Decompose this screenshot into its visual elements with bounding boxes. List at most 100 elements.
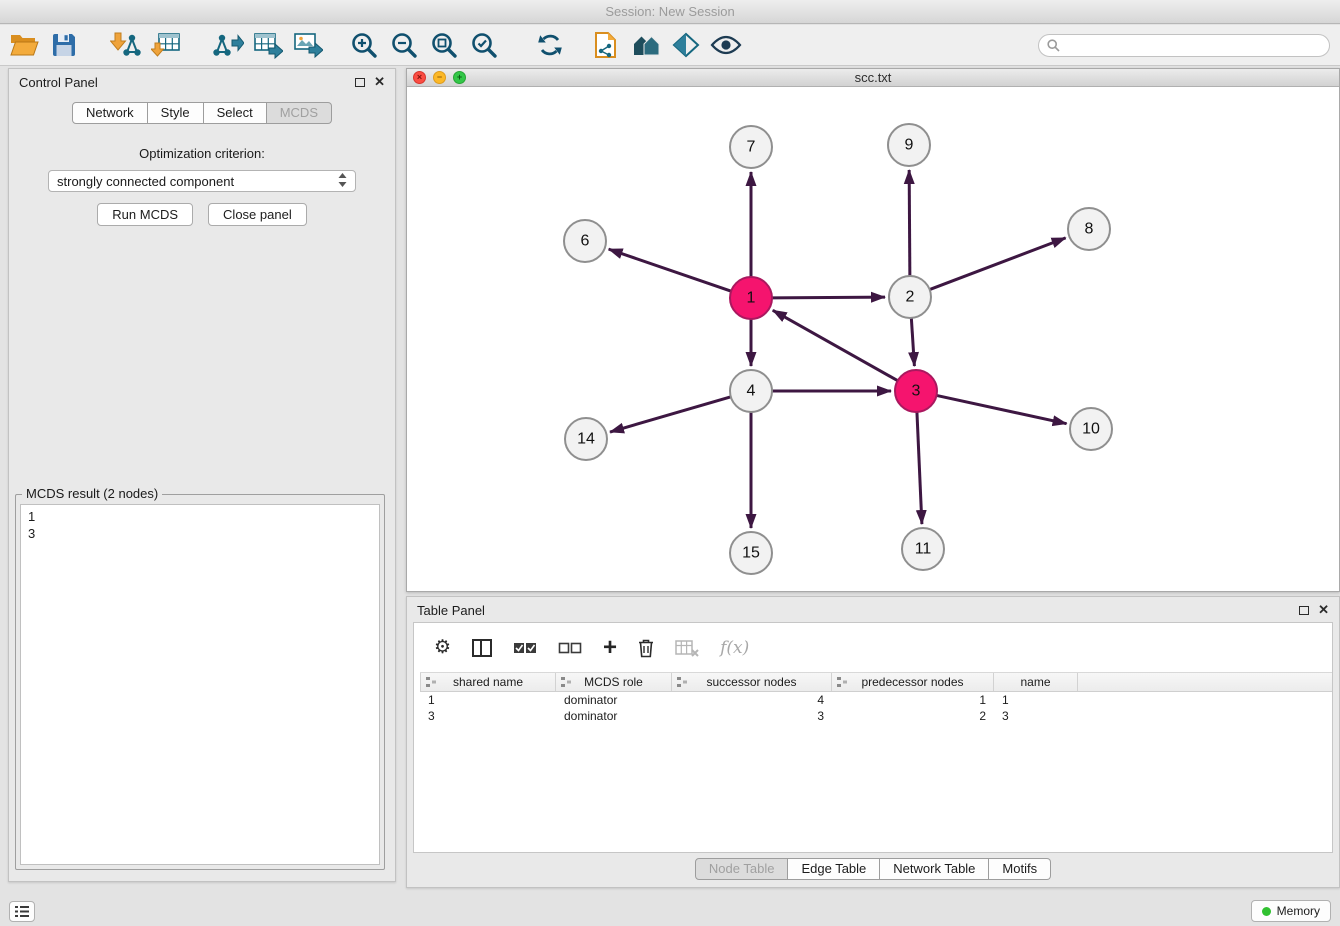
edge-3-1[interactable] bbox=[773, 310, 898, 380]
home-button[interactable] bbox=[626, 26, 666, 64]
tab-network[interactable]: Network bbox=[72, 102, 148, 124]
tab-motifs[interactable]: Motifs bbox=[989, 858, 1051, 880]
zoom-selected-button[interactable] bbox=[464, 26, 504, 64]
run-mcds-button[interactable]: Run MCDS bbox=[97, 203, 193, 226]
window-minimize-button[interactable]: − bbox=[433, 71, 446, 84]
export-network-button[interactable] bbox=[208, 26, 248, 64]
node-1[interactable]: 1 bbox=[730, 277, 772, 319]
close-panel-button[interactable]: Close panel bbox=[208, 203, 307, 226]
export-table-button[interactable] bbox=[248, 26, 288, 64]
fx-icon: f(x) bbox=[720, 638, 749, 658]
network-canvas[interactable]: 1 2 3 4 6 7 8 9 10 11 14 15 bbox=[407, 87, 1339, 591]
tab-mcds[interactable]: MCDS bbox=[267, 102, 332, 124]
node-2[interactable]: 2 bbox=[889, 276, 931, 318]
add-column-button[interactable]: + bbox=[603, 638, 617, 658]
deselect-all-button[interactable] bbox=[558, 640, 582, 656]
cell-name[interactable]: 1 bbox=[994, 692, 1078, 708]
column-header-name[interactable]: name bbox=[994, 673, 1078, 691]
zoom-out-button[interactable] bbox=[384, 26, 424, 64]
save-session-button[interactable] bbox=[44, 26, 84, 64]
import-table-button[interactable] bbox=[146, 26, 186, 64]
sort-icon bbox=[677, 677, 688, 687]
table-row[interactable]: 1 dominator 4 1 1 bbox=[420, 692, 1332, 708]
zoom-in-button[interactable] bbox=[344, 26, 384, 64]
criterion-select[interactable]: strongly connected component bbox=[48, 170, 356, 192]
tab-select[interactable]: Select bbox=[204, 102, 267, 124]
cell-successor-nodes[interactable]: 4 bbox=[672, 692, 832, 708]
network-window-titlebar: × − + scc.txt bbox=[407, 69, 1339, 87]
open-file-button[interactable] bbox=[4, 26, 44, 64]
edge-2-3[interactable] bbox=[911, 318, 914, 366]
close-panel-icon[interactable]: ✕ bbox=[374, 77, 385, 87]
eye-button[interactable] bbox=[706, 26, 746, 64]
edge-3-11[interactable] bbox=[917, 412, 922, 524]
search-box[interactable] bbox=[1038, 34, 1330, 57]
mcds-result-title: MCDS result (2 nodes) bbox=[22, 486, 162, 501]
cell-predecessor-nodes[interactable]: 1 bbox=[832, 692, 994, 708]
column-header-mcds-role[interactable]: MCDS role bbox=[556, 673, 672, 691]
node-15[interactable]: 15 bbox=[730, 532, 772, 574]
application-window: Session: New Session bbox=[0, 0, 1340, 926]
float-table-panel-icon[interactable] bbox=[1299, 606, 1309, 615]
function-builder-button[interactable]: f(x) bbox=[720, 638, 749, 658]
node-9[interactable]: 9 bbox=[888, 124, 930, 166]
task-history-button[interactable] bbox=[9, 901, 35, 922]
node-8[interactable]: 8 bbox=[1068, 208, 1110, 250]
memory-button[interactable]: Memory bbox=[1251, 900, 1331, 922]
svg-text:3: 3 bbox=[912, 383, 921, 400]
close-table-panel-icon[interactable]: ✕ bbox=[1318, 605, 1329, 615]
search-input[interactable] bbox=[1065, 38, 1321, 53]
export-image-icon bbox=[293, 31, 323, 59]
cell-name[interactable]: 3 bbox=[994, 708, 1078, 724]
column-header-successor-nodes[interactable]: successor nodes bbox=[672, 673, 832, 691]
delete-table-icon bbox=[675, 639, 699, 657]
column-panel-button[interactable] bbox=[472, 639, 492, 657]
node-3[interactable]: 3 bbox=[895, 370, 937, 412]
edge-3-10[interactable] bbox=[937, 395, 1067, 423]
cell-predecessor-nodes[interactable]: 2 bbox=[832, 708, 994, 724]
edge-1-6[interactable] bbox=[609, 249, 731, 291]
select-all-button[interactable] bbox=[513, 640, 537, 656]
tab-edge-table[interactable]: Edge Table bbox=[788, 858, 880, 880]
edge-1-2[interactable] bbox=[772, 297, 885, 298]
export-image-button[interactable] bbox=[288, 26, 328, 64]
column-header-shared-name[interactable]: shared name bbox=[420, 673, 556, 691]
sort-icon bbox=[426, 677, 437, 687]
cell-successor-nodes[interactable]: 3 bbox=[672, 708, 832, 724]
edge-4-14[interactable] bbox=[610, 397, 731, 432]
delete-table-button[interactable] bbox=[675, 639, 699, 657]
table-settings-button[interactable]: ⚙ bbox=[434, 638, 451, 657]
cell-mcds-role[interactable]: dominator bbox=[556, 692, 672, 708]
node-6[interactable]: 6 bbox=[564, 220, 606, 262]
mcds-result-line: 3 bbox=[28, 525, 372, 542]
window-close-button[interactable]: × bbox=[413, 71, 426, 84]
cell-shared-name[interactable]: 1 bbox=[420, 692, 556, 708]
node-4[interactable]: 4 bbox=[730, 370, 772, 412]
edge-2-8[interactable] bbox=[930, 238, 1066, 290]
window-maximize-button[interactable]: + bbox=[453, 71, 466, 84]
edge-2-9[interactable] bbox=[909, 170, 910, 276]
mcds-result-list[interactable]: 1 3 bbox=[20, 504, 380, 865]
import-network-button[interactable] bbox=[106, 26, 146, 64]
cell-shared-name[interactable]: 3 bbox=[420, 708, 556, 724]
node-table-area: ⚙ bbox=[413, 622, 1333, 853]
tab-style[interactable]: Style bbox=[148, 102, 204, 124]
tab-node-table[interactable]: Node Table bbox=[695, 858, 789, 880]
node-10[interactable]: 10 bbox=[1070, 408, 1112, 450]
refresh-layout-button[interactable] bbox=[530, 26, 570, 64]
graphics-details-button[interactable] bbox=[666, 26, 706, 64]
column-header-predecessor-nodes[interactable]: predecessor nodes bbox=[832, 673, 994, 691]
tab-network-table[interactable]: Network Table bbox=[880, 858, 989, 880]
window-titlebar: Session: New Session bbox=[0, 0, 1340, 24]
delete-column-button[interactable] bbox=[638, 638, 654, 658]
node-11[interactable]: 11 bbox=[902, 528, 944, 570]
select-stepper-icon bbox=[338, 173, 347, 190]
node-7[interactable]: 7 bbox=[730, 126, 772, 168]
node-14[interactable]: 14 bbox=[565, 418, 607, 460]
zoom-fit-button[interactable] bbox=[424, 26, 464, 64]
zoom-in-icon bbox=[350, 31, 378, 59]
table-row[interactable]: 3 dominator 3 2 3 bbox=[420, 708, 1332, 724]
float-panel-icon[interactable] bbox=[355, 78, 365, 87]
cell-mcds-role[interactable]: dominator bbox=[556, 708, 672, 724]
share-document-button[interactable] bbox=[586, 26, 626, 64]
